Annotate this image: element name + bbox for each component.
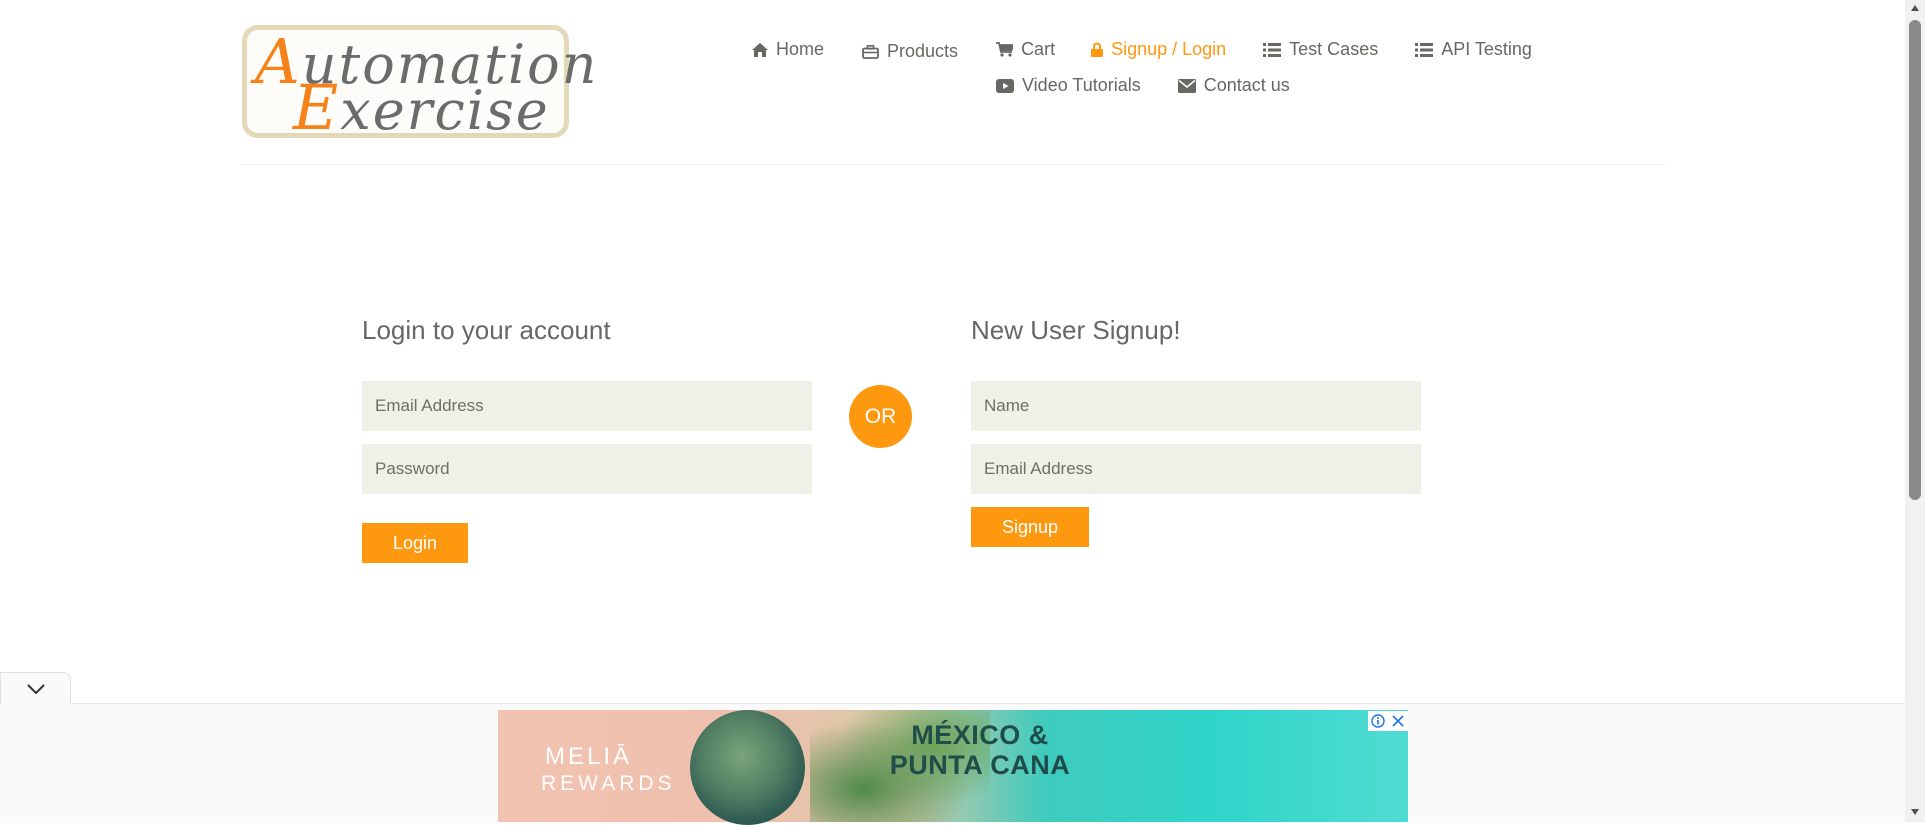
nav-test-cases-label: Test Cases	[1289, 39, 1379, 59]
briefcase-icon	[862, 44, 879, 59]
chevron-down-icon	[26, 683, 45, 694]
nav-api-testing[interactable]: API Testing	[1415, 39, 1532, 60]
login-button[interactable]: Login	[362, 523, 468, 563]
nav-signup-login[interactable]: Signup / Login	[1091, 39, 1226, 60]
envelope-icon	[1177, 78, 1196, 93]
ad-brand-sub: REWARDS	[541, 772, 676, 795]
close-icon	[1392, 715, 1404, 727]
nav-test-cases[interactable]: Test Cases	[1263, 39, 1378, 60]
login-password-input[interactable]	[362, 444, 812, 494]
cart-icon	[996, 42, 1014, 57]
list-icon	[1415, 42, 1434, 57]
main-nav-row-2: Video Tutorials Contact us	[996, 75, 1290, 96]
nav-signup-login-label: Signup / Login	[1111, 39, 1227, 59]
signup-name-input[interactable]	[971, 381, 1421, 431]
scroll-up-icon[interactable]	[1910, 4, 1920, 12]
ad-collapse-toggle[interactable]	[0, 672, 71, 704]
main-nav: Home Products Cart Signup / Login Test C…	[752, 37, 1532, 62]
info-icon	[1371, 714, 1385, 728]
signup-form-title: New User Signup!	[971, 315, 1181, 345]
site-logo[interactable]: Automation Exercise	[242, 25, 596, 142]
nav-products[interactable]: Products	[862, 41, 958, 62]
scroll-down-icon[interactable]	[1910, 808, 1920, 816]
nav-cart[interactable]: Cart	[996, 39, 1055, 60]
nav-contact-us[interactable]: Contact us	[1177, 75, 1290, 96]
ad-info-button[interactable]	[1368, 711, 1388, 731]
or-divider: OR	[849, 385, 912, 448]
nav-cart-label: Cart	[1021, 39, 1056, 59]
nav-api-testing-label: API Testing	[1441, 39, 1532, 59]
login-email-input[interactable]	[362, 381, 812, 431]
logo-line-2: Exercise	[293, 71, 550, 144]
ad-photo-image	[690, 710, 805, 825]
nav-home[interactable]: Home	[752, 39, 824, 60]
scrollbar-thumb[interactable]	[1909, 20, 1921, 500]
nav-video-tutorials-label: Video Tutorials	[1022, 75, 1141, 95]
signup-email-input[interactable]	[971, 444, 1421, 494]
lock-icon	[1091, 42, 1104, 57]
ad-close-button[interactable]	[1388, 711, 1408, 731]
list-icon	[1263, 42, 1282, 57]
ad-brand: MELIĀ	[545, 743, 633, 770]
home-icon	[752, 42, 768, 57]
header-divider	[240, 164, 1665, 165]
ad-headline: MÉXICO & PUNTA CANA	[889, 720, 1071, 780]
nav-home-label: Home	[776, 39, 825, 59]
login-form-title: Login to your account	[362, 315, 611, 345]
nav-products-label: Products	[887, 41, 959, 61]
signup-button[interactable]: Signup	[971, 507, 1089, 547]
youtube-play-icon	[996, 78, 1014, 93]
nav-video-tutorials[interactable]: Video Tutorials	[996, 75, 1141, 96]
nav-contact-us-label: Contact us	[1203, 75, 1290, 95]
